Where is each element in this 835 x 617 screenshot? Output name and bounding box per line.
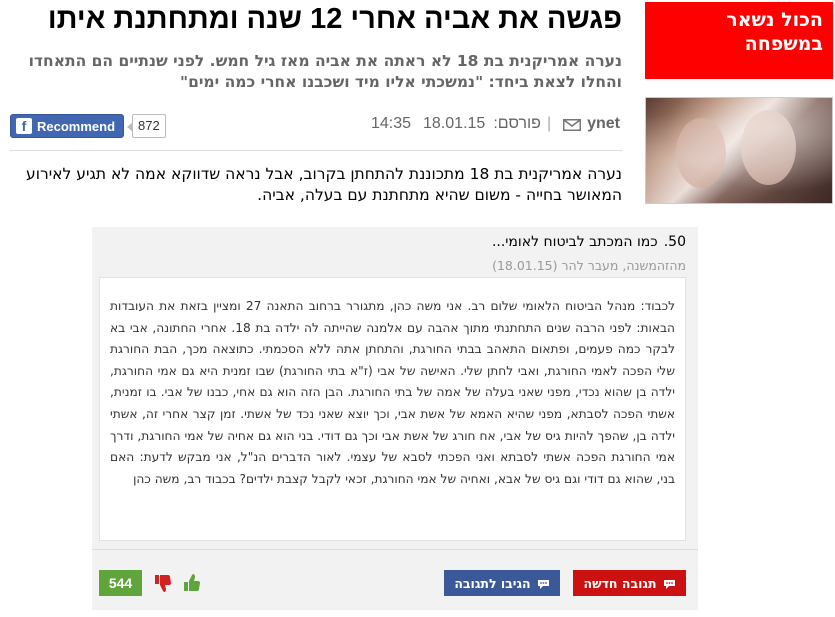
comment-body: לכבוד: מנהל הביטוח הלאומי שלום רב. אני מ… (99, 277, 686, 541)
publish-time: 14:35 (370, 115, 412, 132)
comment-title-row[interactable]: 50. כמו המכתב לביטוח לאומי... (492, 234, 686, 250)
meta-separator: | (546, 115, 552, 132)
promo-image-veil (646, 98, 832, 203)
new-comment-button[interactable]: תגובה חדשה (573, 570, 686, 596)
promo-banner[interactable]: הכול נשאר במשפחה (645, 2, 833, 79)
thumbs-up-icon[interactable] (180, 571, 204, 595)
speech-bubble-icon (537, 578, 550, 589)
reply-to-comment-label: הגיבו לתגובה (454, 575, 531, 591)
article-meta-row: f Recommend 872 ynet | פורסם: 18.01.15 1… (10, 113, 622, 139)
thumbs-down-icon[interactable] (151, 571, 175, 595)
article-headline: פגשה את אביה אחרי 12 שנה ומתחתנת איתו (47, 3, 622, 35)
promo-title: הכול נשאר במשפחה (726, 9, 823, 55)
comment-author-meta: מהזהמשנה, מעבר להר (18.01.15) (492, 258, 686, 273)
article-subhead: נערה אמריקנית בת 18 לא ראתה את אביה מאז … (28, 52, 622, 91)
comment-title: כמו המכתב לביטוח לאומי... (491, 234, 658, 250)
comment-number: 50. (663, 234, 686, 250)
reply-to-comment-button[interactable]: הגיבו לתגובה (444, 570, 560, 596)
mail-icon[interactable] (563, 118, 582, 131)
comment-card: 50. כמו המכתב לביטוח לאומי... מהזהמשנה, מ… (92, 227, 698, 610)
facebook-recommend-count: 872 (127, 114, 166, 138)
facebook-recommend-label: Recommend (37, 118, 116, 134)
article-source: ynet (587, 115, 620, 132)
facebook-icon: f (16, 118, 32, 134)
published-label: פורסם: (493, 115, 541, 132)
article-meta: ynet | פורסם: 18.01.15 14:35 (371, 115, 620, 133)
divider (92, 549, 698, 550)
publish-date: 18.01.15 (423, 115, 486, 132)
new-comment-label: תגובה חדשה (583, 575, 657, 591)
vote-count-badge: 544 (99, 570, 142, 596)
promo-image[interactable] (645, 97, 833, 204)
facebook-recommend-button[interactable]: f Recommend (10, 114, 124, 138)
article-lead: נערה אמריקנית בת 18 מתכוננת להתחתן בקרוב… (26, 165, 622, 204)
speech-bubble-icon (663, 578, 676, 589)
divider (10, 150, 622, 151)
